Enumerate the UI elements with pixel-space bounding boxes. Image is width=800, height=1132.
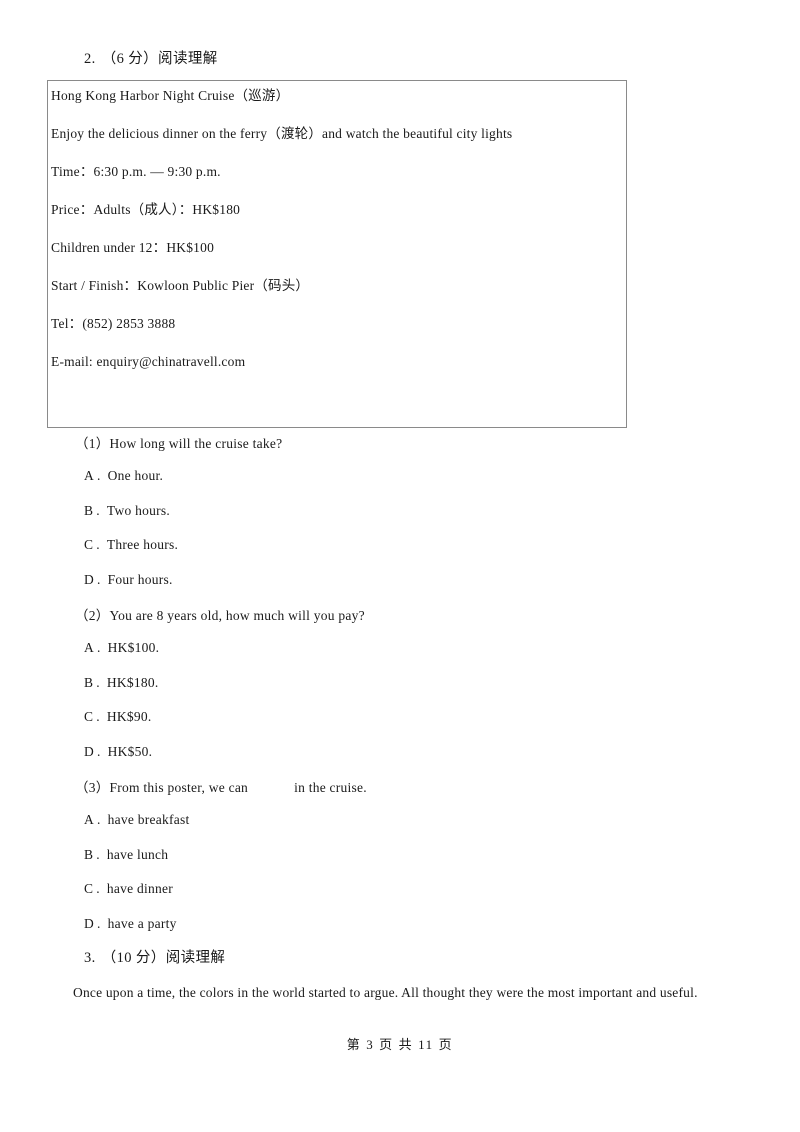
poster-email: E-mail: enquiry@chinatravell.com	[51, 354, 246, 369]
question-2-option-c[interactable]: C. HK$90.	[84, 709, 152, 725]
option-text: Four hours.	[107, 572, 173, 587]
option-letter: A	[84, 468, 94, 483]
page-footer: 第 3 页 共 11 页	[346, 1037, 454, 1052]
question-3-prompt: （3）From this poster, we can in the cruise…	[75, 776, 367, 796]
option-text: HK$100.	[107, 640, 160, 655]
option-letter: D	[84, 916, 94, 931]
poster-title: Hong Kong Harbor Night Cruise（巡游）	[51, 88, 290, 103]
option-letter: A	[84, 640, 94, 655]
poster-time: Time：6:30 p.m. — 9:30 p.m.	[51, 164, 221, 179]
question-2-text: （2）You are 8 years old, how much will yo…	[75, 608, 365, 623]
question-1-text: （1）How long will the cruise take?	[75, 436, 283, 451]
option-text: have breakfast	[107, 812, 190, 827]
exercise-3-label: （10 分）阅读理解	[101, 950, 226, 966]
option-dot: .	[96, 675, 100, 690]
exercise-2-label: （6 分）阅读理解	[101, 51, 218, 67]
question-3-option-c[interactable]: C. have dinner	[84, 881, 173, 897]
question-3-option-a[interactable]: A. have breakfast	[84, 812, 189, 828]
question-1-option-c[interactable]: C. Three hours.	[84, 537, 178, 553]
option-dot: .	[96, 881, 100, 896]
question-3-text-before: （3）From this poster, we can	[75, 780, 249, 795]
question-3-option-d[interactable]: D. have a party	[84, 916, 177, 932]
option-letter: D	[84, 744, 94, 759]
option-text: have a party	[107, 916, 177, 931]
exercise-2-heading: 2. （6 分）阅读理解	[84, 47, 218, 68]
option-text: Two hours.	[106, 503, 170, 518]
option-text: HK$180.	[106, 675, 159, 690]
question-1-option-a[interactable]: A. One hour.	[84, 468, 163, 484]
exercise-3-number: 3.	[84, 950, 96, 966]
question-2-option-d[interactable]: D. HK$50.	[84, 744, 152, 760]
document-page: 2. （6 分）阅读理解 Hong Kong Harbor Night Cruis…	[0, 0, 800, 1132]
option-dot: .	[96, 503, 100, 518]
poster-tel: Tel：(852) 2853 3888	[51, 316, 176, 331]
poster-content: Hong Kong Harbor Night Cruise（巡游） Enjoy …	[51, 86, 625, 371]
option-dot: .	[96, 847, 100, 862]
question-2-option-a[interactable]: A. HK$100.	[84, 640, 159, 656]
exercise-2-number: 2.	[84, 51, 96, 67]
option-letter: A	[84, 812, 94, 827]
question-1-prompt: （1）How long will the cruise take?	[75, 432, 282, 452]
poster-box: Hong Kong Harbor Night Cruise（巡游） Enjoy …	[47, 80, 627, 428]
option-letter: B	[84, 675, 94, 690]
option-dot: .	[96, 537, 100, 552]
option-letter: C	[84, 709, 94, 724]
option-dot: .	[96, 709, 100, 724]
option-letter: B	[84, 503, 94, 518]
question-2-prompt: （2）You are 8 years old, how much will yo…	[75, 604, 365, 624]
option-letter: C	[84, 537, 94, 552]
option-dot: .	[97, 812, 101, 827]
option-dot: .	[97, 744, 101, 759]
option-dot: .	[97, 916, 101, 931]
option-text: One hour.	[107, 468, 164, 483]
exercise-3-heading: 3. （10 分）阅读理解	[84, 946, 225, 967]
question-3-option-b[interactable]: B. have lunch	[84, 847, 168, 863]
question-1-option-d[interactable]: D. Four hours.	[84, 572, 173, 588]
poster-price-adults: Price：Adults（成人）：HK$180	[51, 202, 241, 217]
question-1-option-b[interactable]: B. Two hours.	[84, 503, 170, 519]
option-text: Three hours.	[106, 537, 179, 552]
option-text: have dinner	[106, 881, 173, 896]
option-dot: .	[97, 572, 101, 587]
exercise-3-passage: Once upon a time, the colors in the worl…	[73, 985, 698, 1000]
question-2-option-b[interactable]: B. HK$180.	[84, 675, 159, 691]
question-3-text-after: in the cruise.	[294, 780, 367, 795]
poster-description: Enjoy the delicious dinner on the ferry（…	[51, 126, 513, 141]
option-letter: C	[84, 881, 94, 896]
option-text: HK$50.	[107, 744, 153, 759]
option-text: have lunch	[106, 847, 169, 862]
poster-start-finish: Start / Finish：Kowloon Public Pier（码头）	[51, 278, 310, 293]
option-dot: .	[97, 468, 101, 483]
option-letter: D	[84, 572, 94, 587]
poster-price-children: Children under 12：HK$100	[51, 240, 215, 255]
option-letter: B	[84, 847, 94, 862]
option-dot: .	[97, 640, 101, 655]
option-text: HK$90.	[106, 709, 152, 724]
